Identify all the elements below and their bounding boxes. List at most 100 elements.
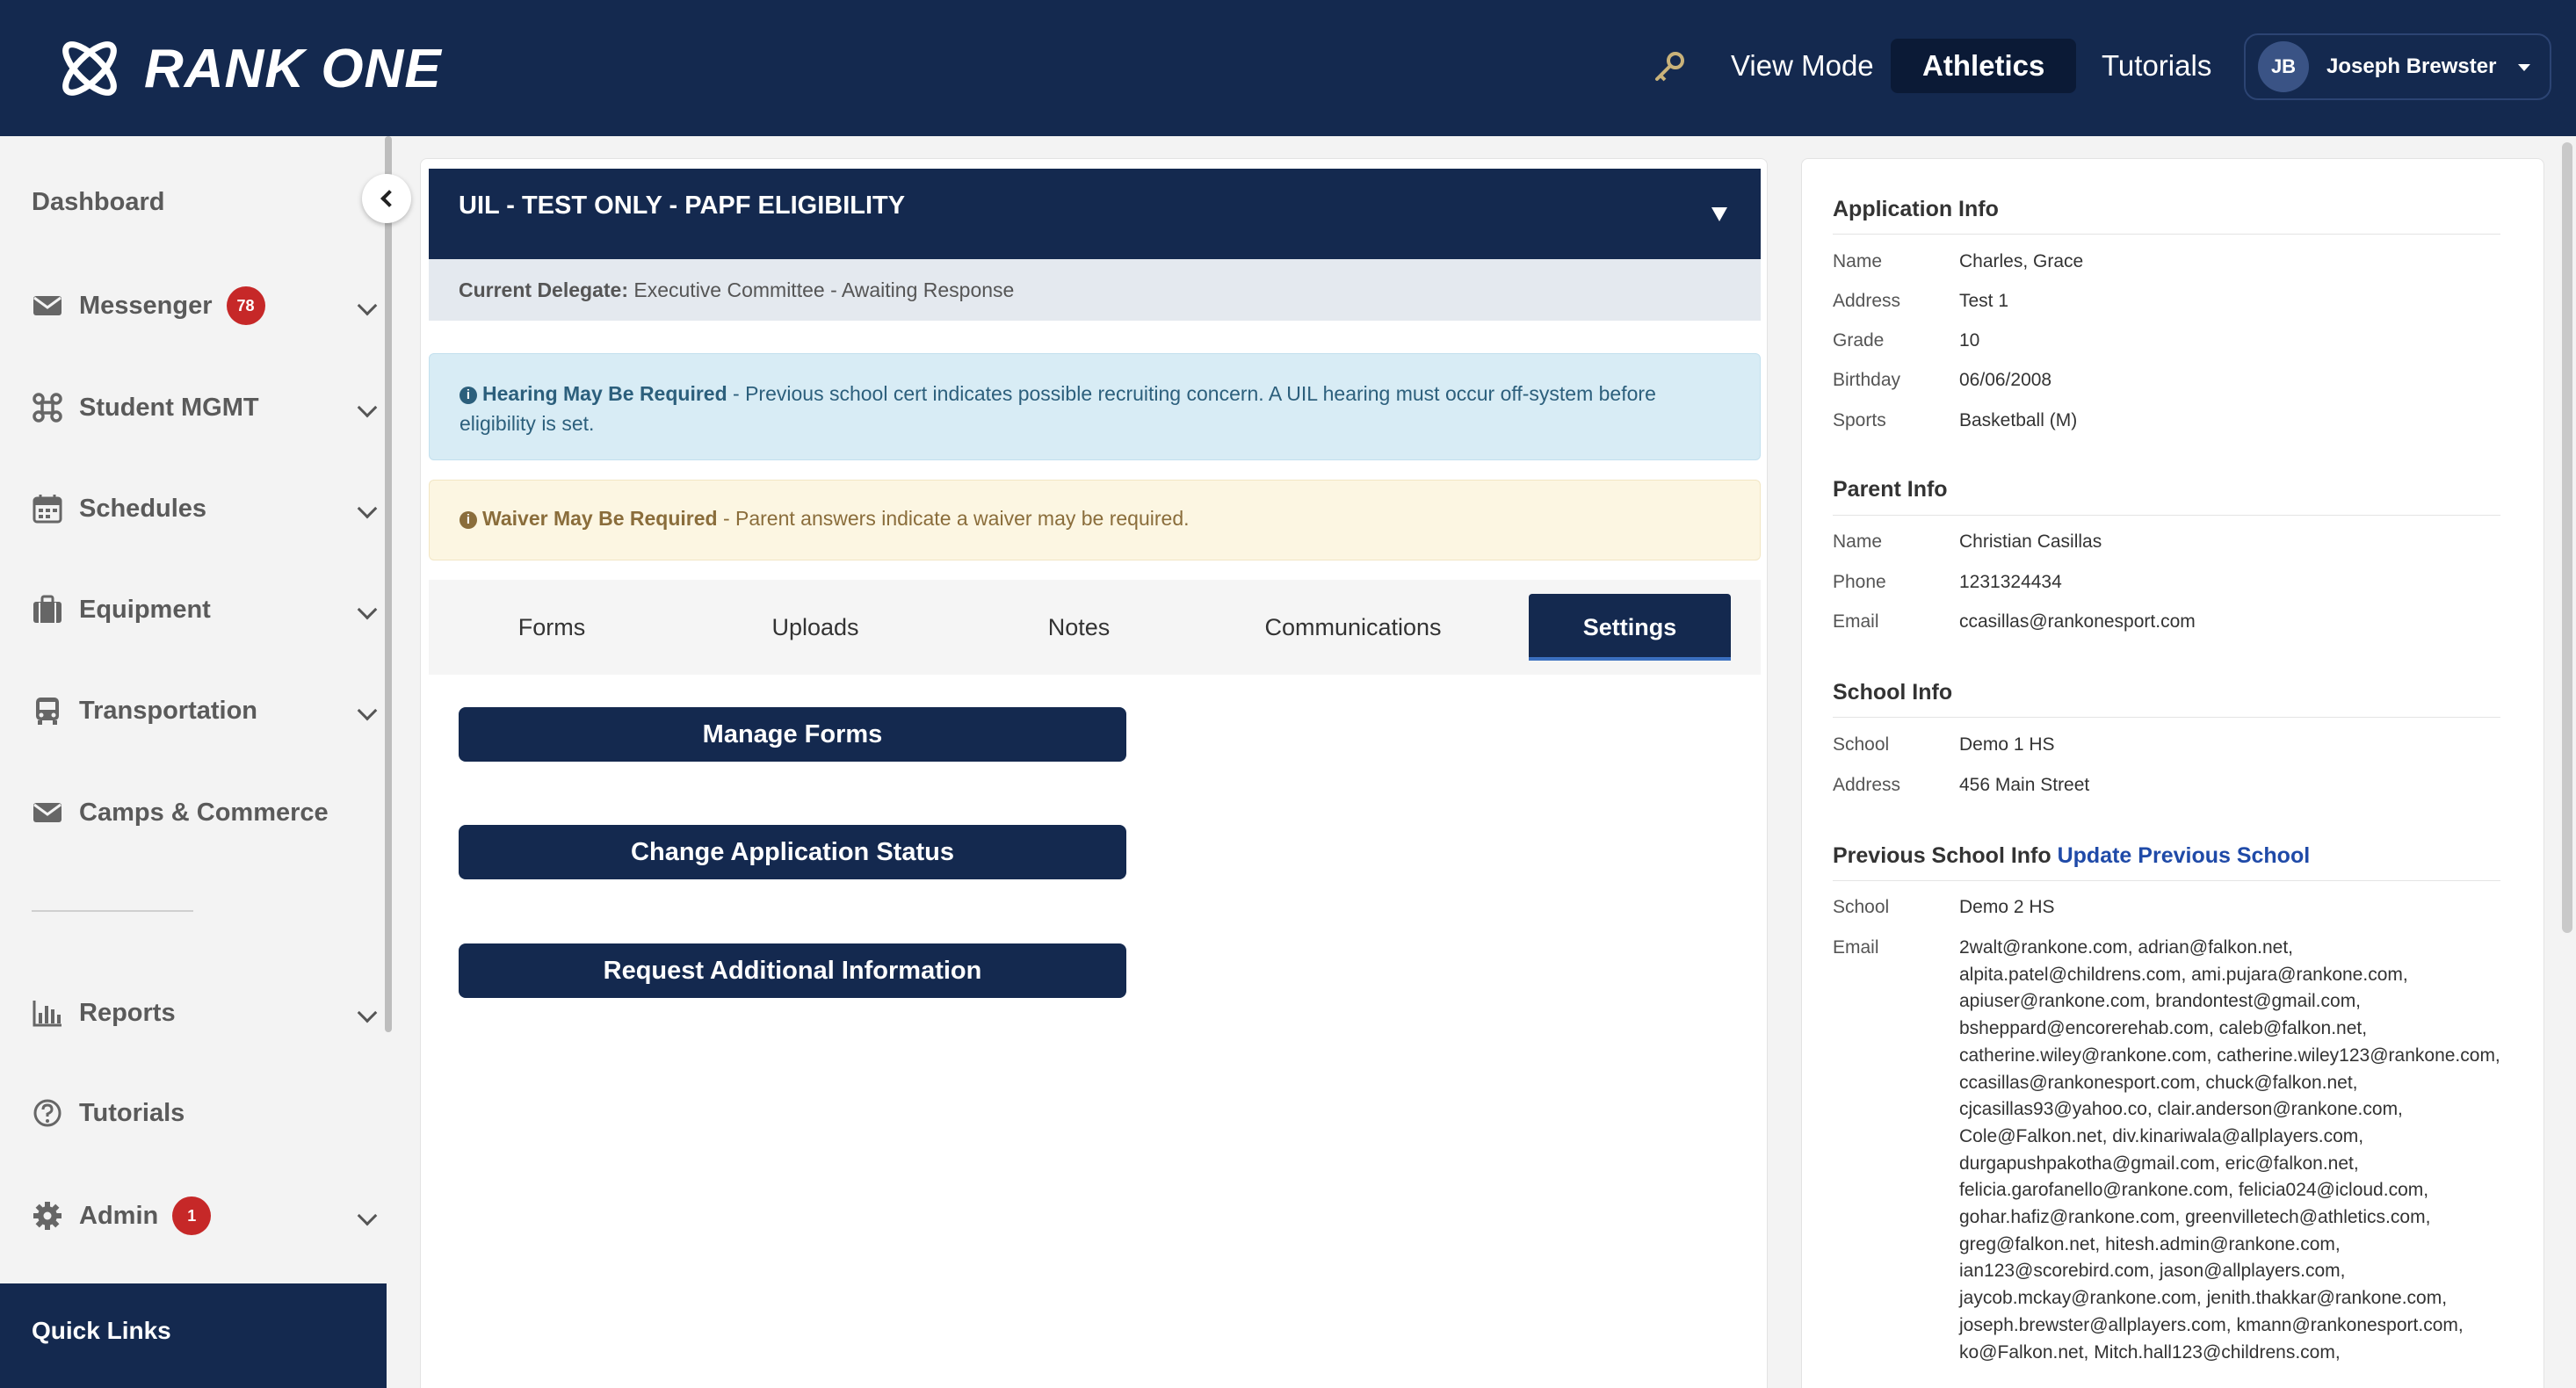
application-title: UIL - TEST ONLY - PAPF ELIGIBILITY [459,192,906,220]
avatar: JB [2258,41,2309,92]
info-key: Grade [1833,330,1885,351]
hearing-alert: i Hearing May Be Required - Previous scho… [429,353,1761,460]
school-name: Demo 1 HS [1959,734,2055,755]
info-icon: i [459,511,477,529]
sidebar-item-label: Student MGMT [79,393,259,422]
gear-icon [32,1200,63,1232]
rank-one-logo-icon [62,41,117,96]
section-divider [1833,234,2500,235]
previous-school-title-text: Previous School Info [1833,843,2051,868]
tab-notes[interactable]: Notes [1009,594,1149,661]
nav-athletics[interactable]: Athletics [1891,39,2077,93]
sidebar-item-tutorials[interactable]: Tutorials [32,1087,374,1139]
sidebar-item-label: Messenger [79,291,213,320]
tab-forms[interactable]: Forms [481,594,622,661]
chevron-down-icon[interactable] [357,599,378,620]
quick-links[interactable]: Quick Links [0,1283,387,1388]
chevron-down-icon[interactable] [357,1002,378,1023]
logo-text: RANK ONE [144,38,442,99]
chevron-down-icon[interactable] [357,1205,378,1226]
info-key: Name [1833,251,1883,271]
info-key: Birthday [1833,370,1901,390]
sidebar-item-camps-commerce[interactable]: Camps & Commerce [32,786,374,839]
sidebar-item-reports[interactable]: Reports [32,987,378,1039]
envelope-icon [32,290,63,322]
sidebar-divider [32,910,193,912]
bus-icon [32,695,63,727]
sidebar-item-label: Tutorials [79,1098,185,1127]
chevron-down-icon[interactable] [357,397,378,418]
previous-school-emails: 2walt@rankone.com, adrian@falkon.net, al… [1959,937,2500,1363]
alert-title: Hearing May Be Required [482,382,727,405]
sidebar-item-transportation[interactable]: Transportation [32,684,378,737]
chevron-down-icon[interactable] [357,498,378,519]
delegate-value: Executive Committee - Awaiting Response [633,278,1015,301]
rank-one-logo[interactable]: RANK ONE [53,32,442,105]
user-name: Joseph Brewster [2326,54,2497,78]
delegate-label: Current Delegate: [459,278,628,301]
change-application-status-button[interactable]: Change Application Status [459,825,1126,879]
envelope-icon [32,797,63,828]
sidebar-scrollbar[interactable] [385,136,392,1032]
sidebar-item-label: Equipment [79,595,211,624]
application-info-title: Application Info [1833,197,1999,221]
waiver-alert: i Waiver May Be Required - Parent answers… [429,480,1761,560]
sidebar-item-equipment[interactable]: Equipment [32,583,378,636]
sidebar-item-schedules[interactable]: Schedules [32,482,378,535]
tab-communications[interactable]: Communications [1239,594,1467,661]
info-key: School [1833,897,1890,917]
school-address: 456 Main Street [1959,775,2090,795]
alert-text: - Parent answers indicate a waiver may b… [717,507,1190,530]
sidebar-item-label: Transportation [79,696,258,725]
sidebar-item-student-mgmt[interactable]: Student MGMT [32,381,378,434]
application-card [420,158,1768,1388]
chevron-down-icon[interactable] [357,295,378,316]
section-divider [1833,880,2500,881]
section-divider [1833,515,2500,516]
caret-down-icon [2518,64,2530,71]
info-icon: i [459,387,477,404]
tab-settings[interactable]: Settings [1529,594,1731,661]
sidebar-item-label: Admin [79,1201,159,1230]
user-menu[interactable]: JB Joseph Brewster [2244,33,2551,100]
caret-down-icon[interactable] [1711,207,1727,221]
previous-school-info-title: Previous School Info Update Previous Sch… [1833,843,2310,869]
sidebar-item-admin[interactable]: Admin 1 [32,1189,378,1242]
info-key: Address [1833,291,1901,311]
tabs-bar: Forms Uploads Notes Communications Setti… [429,580,1761,675]
notification-badge: 78 [226,286,265,325]
sidebar-item-label: Schedules [79,494,207,523]
sidebar-item-messenger[interactable]: Messenger 78 [32,279,378,332]
tab-uploads[interactable]: Uploads [745,594,886,661]
info-key: Phone [1833,572,1886,592]
info-key: Address [1833,775,1901,795]
nav-tutorials[interactable]: Tutorials [2070,39,2243,93]
student-address: Test 1 [1959,291,2009,311]
application-header[interactable]: UIL - TEST ONLY - PAPF ELIGIBILITY [429,169,1761,259]
info-key: School [1833,734,1890,755]
update-previous-school-link[interactable]: Update Previous School [2058,843,2311,868]
nav-view-mode[interactable]: View Mode [1699,39,1906,93]
student-birthday: 06/06/2008 [1959,370,2052,390]
key-icon[interactable] [1652,49,1687,84]
info-key: Email [1833,611,1879,632]
manage-forms-button[interactable]: Manage Forms [459,707,1126,762]
parent-name: Christian Casillas [1959,531,2102,552]
parent-phone: 1231324434 [1959,572,2062,592]
sidebar-item-label: Dashboard [32,187,165,216]
notification-badge: 1 [172,1196,212,1235]
collapse-sidebar-button[interactable] [362,174,411,223]
current-delegate-bar: Current Delegate: Executive Committee - … [429,259,1761,321]
parent-email: ccasillas@rankonesport.com [1959,611,2196,632]
student-name: Charles, Grace [1959,251,2084,271]
sidebar-item-dashboard[interactable]: Dashboard [32,176,374,228]
chevron-left-icon [380,190,398,207]
calendar-icon [32,493,63,524]
info-key: Email [1833,937,1879,958]
section-divider [1833,717,2500,718]
chevron-down-icon[interactable] [357,700,378,721]
request-additional-information-button[interactable]: Request Additional Information [459,943,1126,998]
page-scrollbar[interactable] [2562,142,2572,933]
school-info-title: School Info [1833,680,1953,705]
sidebar-item-label: Reports [79,998,176,1027]
